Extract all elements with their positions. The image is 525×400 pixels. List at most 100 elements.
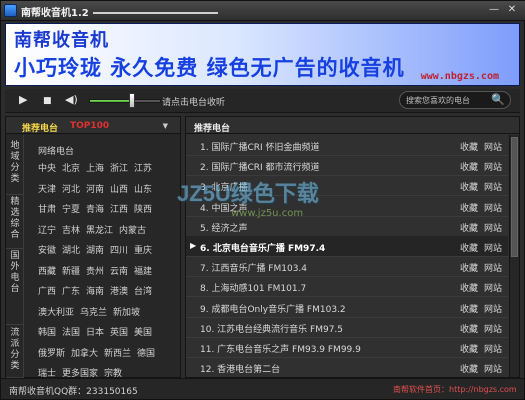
favorite-link[interactable]: 收藏 <box>460 362 478 375</box>
region-link[interactable]: 天津 <box>38 182 56 195</box>
station-row[interactable]: 7. 江西音乐广播 FM103.4 收藏 网站 <box>186 256 508 278</box>
station-name[interactable]: 2. 国际广播CRI 都市流行频道 <box>200 160 320 173</box>
favorite-link[interactable]: 收藏 <box>460 160 478 173</box>
region-link[interactable]: 河北 <box>62 182 80 195</box>
station-name[interactable]: 8. 上海动感101 FM101.7 <box>200 281 306 294</box>
tab-region[interactable]: 地域分类 <box>6 141 24 195</box>
region-link[interactable]: 港澳 <box>110 284 128 297</box>
volume-thumb[interactable] <box>129 93 135 108</box>
tab-recommended[interactable]: 推荐电台 <box>22 121 58 134</box>
favorite-link[interactable]: 收藏 <box>460 140 478 153</box>
favorite-link[interactable]: 收藏 <box>460 261 478 274</box>
website-link[interactable]: 网站 <box>484 322 502 335</box>
region-link[interactable]: 新加坡 <box>113 305 140 318</box>
region-link[interactable]: 浙江 <box>110 161 128 174</box>
chevron-down-icon[interactable]: ▼ <box>163 122 168 130</box>
region-link[interactable]: 江西 <box>110 202 128 215</box>
region-link[interactable]: 澳大利亚 <box>38 305 74 318</box>
website-link[interactable]: 网站 <box>484 342 502 355</box>
region-link[interactable]: 河南 <box>86 182 104 195</box>
region-link[interactable]: 西藏 <box>38 264 56 277</box>
region-link[interactable]: 美国 <box>134 325 152 338</box>
station-row[interactable]: 11. 广东电台音乐之声 FM93.9 FM99.9 收藏 网站 <box>186 337 508 358</box>
favorite-link[interactable]: 收藏 <box>460 241 478 254</box>
region-link[interactable]: 法国 <box>62 325 80 338</box>
search-icon[interactable]: 🔍 <box>491 93 505 106</box>
region-link[interactable]: 陕西 <box>134 202 152 215</box>
scroll-thumb[interactable] <box>511 137 518 257</box>
website-link[interactable]: 网站 <box>484 160 502 173</box>
favorite-link[interactable]: 收藏 <box>460 302 478 315</box>
region-link[interactable]: 山东 <box>134 182 152 195</box>
favorite-link[interactable]: 收藏 <box>460 322 478 335</box>
station-row[interactable]: 8. 上海动感101 FM101.7 收藏 网站 <box>186 276 508 298</box>
region-link[interactable]: 江苏 <box>134 161 152 174</box>
volume-slider[interactable] <box>89 99 161 103</box>
region-link[interactable]: 重庆 <box>134 243 152 256</box>
region-link[interactable]: 北京 <box>62 161 80 174</box>
station-name[interactable]: 10. 江苏电台经典流行音乐 FM97.5 <box>200 322 343 335</box>
website-link[interactable]: 网站 <box>484 261 502 274</box>
region-link[interactable]: 新西兰 <box>104 346 131 359</box>
region-link[interactable]: 中央 <box>38 161 56 174</box>
station-name[interactable]: 1. 国际广播CRI 怀旧金曲频道 <box>200 140 320 153</box>
favorite-link[interactable]: 收藏 <box>460 221 478 234</box>
region-link[interactable]: 新疆 <box>62 264 80 277</box>
station-name[interactable]: 9. 成都电台Only音乐广播 FM103.2 <box>200 302 346 315</box>
region-link[interactable]: 吉林 <box>62 223 80 236</box>
region-link[interactable]: 广西 <box>38 284 56 297</box>
station-row[interactable]: 12. 香港电台第二台 收藏 网站 <box>186 357 508 377</box>
region-link[interactable]: 黑龙江 <box>86 223 113 236</box>
tab-foreign[interactable]: 国外电台 <box>6 251 24 325</box>
speaker-icon[interactable]: ◀) <box>65 94 78 106</box>
website-link[interactable]: 网站 <box>484 180 502 193</box>
region-link[interactable]: 福建 <box>134 264 152 277</box>
station-name[interactable]: 11. 广东电台音乐之声 FM93.9 FM99.9 <box>200 342 361 355</box>
scrollbar[interactable] <box>509 135 519 377</box>
favorite-link[interactable]: 收藏 <box>460 180 478 193</box>
region-link[interactable]: 日本 <box>86 325 104 338</box>
tab-featured[interactable]: 精选综合 <box>6 197 24 249</box>
station-row[interactable]: 9. 成都电台Only音乐广播 FM103.2 收藏 网站 <box>186 297 508 318</box>
station-row[interactable]: 2. 国际广播CRI 都市流行频道 收藏 网站 <box>186 155 508 177</box>
region-link[interactable]: 贵州 <box>86 264 104 277</box>
region-link[interactable]: 湖南 <box>86 243 104 256</box>
website-link[interactable]: 网站 <box>484 302 502 315</box>
minimize-button[interactable]: — <box>487 4 501 17</box>
region-link[interactable]: 俄罗斯 <box>38 346 65 359</box>
favorite-link[interactable]: 收藏 <box>460 342 478 355</box>
station-name[interactable]: 6. 北京电台音乐广播 FM97.4 <box>200 241 325 254</box>
website-link[interactable]: 网站 <box>484 201 502 214</box>
region-link[interactable]: 安徽 <box>38 243 56 256</box>
region-link[interactable]: 辽宁 <box>38 223 56 236</box>
stop-icon[interactable]: ■ <box>43 95 52 107</box>
website-link[interactable]: 网站 <box>484 140 502 153</box>
region-link[interactable]: 四川 <box>110 243 128 256</box>
region-link[interactable]: 韩国 <box>38 325 56 338</box>
region-link[interactable]: 上海 <box>86 161 104 174</box>
station-name[interactable]: 5. 经济之声 <box>200 221 247 234</box>
tab-genre[interactable]: 流派分类 <box>6 328 24 378</box>
region-link[interactable]: 海南 <box>86 284 104 297</box>
region-link[interactable]: 德国 <box>137 346 155 359</box>
region-link[interactable]: 甘肃 <box>38 202 56 215</box>
close-button[interactable]: ✕ <box>505 4 519 17</box>
region-link[interactable]: 乌克兰 <box>80 305 107 318</box>
station-row[interactable]: 1. 国际广播CRI 怀旧金曲频道 收藏 网站 <box>186 135 508 156</box>
region-link[interactable]: 云南 <box>110 264 128 277</box>
region-link[interactable]: 英国 <box>110 325 128 338</box>
website-link[interactable]: 网站 <box>484 221 502 234</box>
title-bar[interactable]: 南帮收音机1.2 — ✕ <box>1 1 525 21</box>
station-row[interactable]: ▶ 6. 北京电台音乐广播 FM97.4 收藏 网站 <box>186 236 508 257</box>
station-name[interactable]: 12. 香港电台第二台 <box>200 362 280 375</box>
region-link[interactable]: 加拿大 <box>71 346 98 359</box>
region-link[interactable]: 湖北 <box>62 243 80 256</box>
tab-top100[interactable]: TOP100 <box>70 121 109 131</box>
region-link[interactable]: 台湾 <box>134 284 152 297</box>
region-link[interactable]: 广东 <box>62 284 80 297</box>
website-link[interactable]: 网站 <box>484 362 502 375</box>
homepage-link[interactable]: 南帮软件首页：http://nbgzs.com <box>393 384 517 395</box>
website-link[interactable]: 网站 <box>484 281 502 294</box>
search-input[interactable]: 搜索您喜欢的电台 🔍 <box>399 91 511 109</box>
region-link[interactable]: 内蒙古 <box>119 223 146 236</box>
